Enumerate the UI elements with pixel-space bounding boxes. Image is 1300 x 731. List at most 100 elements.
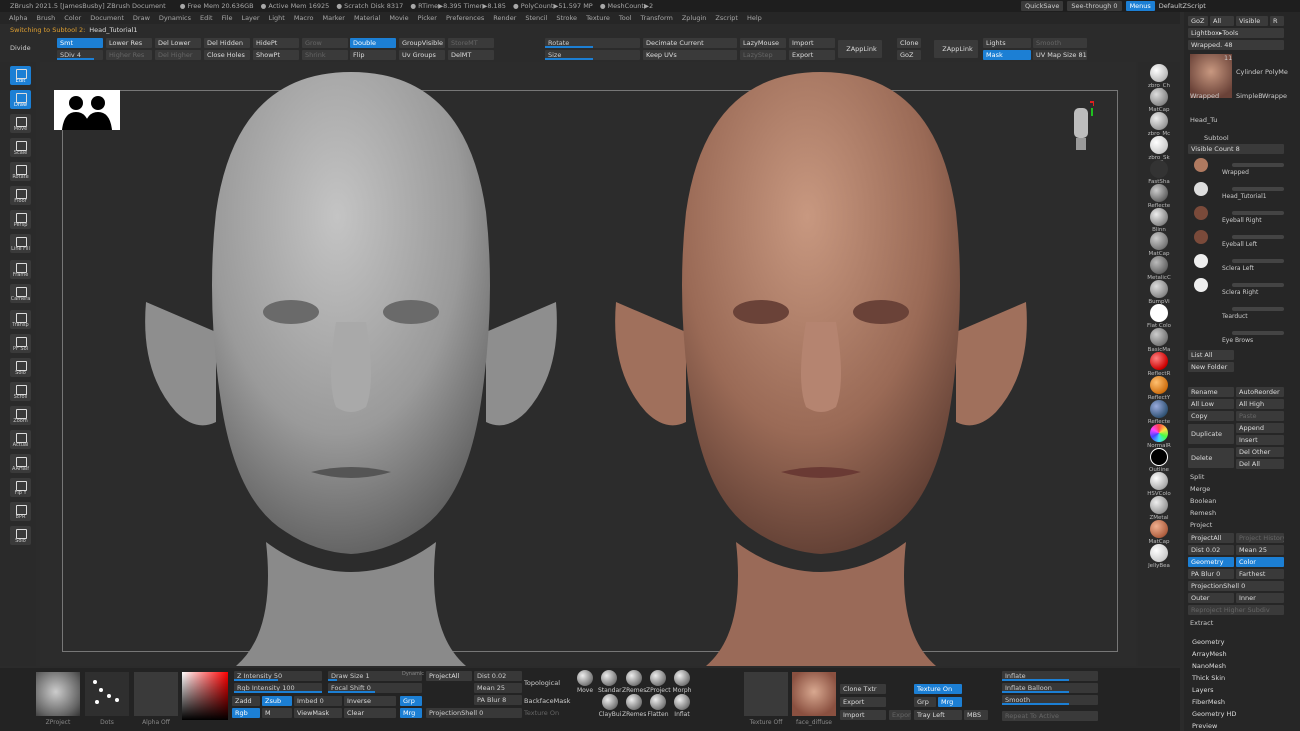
imbed-slider[interactable]: Imbed 0 — [294, 696, 342, 706]
goz-all-button[interactable]: All — [1210, 16, 1234, 26]
auto-reorder-button[interactable]: AutoReorder — [1236, 387, 1284, 397]
material-item[interactable]: zbro_Ch — [1143, 64, 1175, 89]
projectall-button[interactable]: ProjectAll — [426, 671, 472, 681]
copy-button[interactable]: Copy — [1188, 411, 1234, 421]
draw-tool-button[interactable]: Draw — [10, 90, 31, 109]
boolean-section[interactable]: Boolean — [1190, 497, 1216, 505]
goz-button[interactable]: GoZ — [1188, 16, 1208, 26]
menu-color[interactable]: Color — [64, 14, 81, 22]
menus-button[interactable]: Menus — [1125, 1, 1155, 11]
texture-import-button[interactable]: Import — [840, 710, 886, 720]
menu-material[interactable]: Material — [354, 14, 380, 22]
menu-draw[interactable]: Draw — [133, 14, 150, 22]
menu-light[interactable]: Light — [269, 14, 285, 22]
zproject-brush[interactable]: ZProject — [646, 670, 671, 694]
inflate-brush[interactable]: Inflat — [670, 694, 694, 718]
import-button[interactable]: Import — [789, 38, 835, 48]
clone-txtr-button[interactable]: Clone Txtr — [840, 684, 886, 694]
move-tool-button[interactable]: Move — [10, 114, 31, 133]
dynamic-toggle[interactable]: Dynamic — [402, 671, 424, 677]
dist-slider-bottom[interactable]: Dist 0.02 — [474, 671, 522, 681]
close-holes-button[interactable]: Close Holes — [204, 50, 250, 60]
material-item[interactable]: zbro_Mc — [1143, 112, 1175, 137]
bpr-button[interactable]: BPR — [10, 502, 31, 521]
subtool-header[interactable]: Subtool — [1204, 134, 1229, 142]
floor-button[interactable]: Floor — [10, 186, 31, 205]
zoom-button[interactable]: Zoom — [10, 406, 31, 425]
project-section[interactable]: Project — [1190, 521, 1212, 529]
subtool-item[interactable]: Eyeball Right — [1190, 202, 1290, 224]
material-item[interactable]: Flat Colo — [1143, 304, 1175, 329]
aahalf-button[interactable]: AAHalf — [10, 454, 31, 473]
outer-toggle[interactable]: Outer — [1188, 593, 1234, 603]
project-all-button[interactable]: ProjectAll — [1188, 533, 1234, 543]
subtool-item[interactable]: Eye Brows — [1190, 322, 1290, 344]
scale-tool-button[interactable]: Scale — [10, 138, 31, 157]
smt-toggle[interactable]: Smt — [57, 38, 103, 48]
lower-res-button[interactable]: Lower Res — [106, 38, 152, 48]
z-intensity-slider[interactable]: Z Intensity 50 — [234, 671, 322, 681]
camera-button[interactable]: Camera — [10, 284, 31, 303]
thick-skin-menu[interactable]: Thick Skin — [1184, 672, 1284, 684]
zadd-toggle[interactable]: Zadd — [232, 696, 260, 706]
uv-map-size-slider[interactable]: UV Map Size 8192 — [1033, 50, 1087, 60]
menu-brush[interactable]: Brush — [36, 14, 55, 22]
frame-button[interactable]: Frame — [10, 260, 31, 279]
projection-shell-slider[interactable]: ProjectionShell 0 — [1188, 581, 1284, 591]
geometry-menu[interactable]: Geometry — [1184, 636, 1284, 648]
transp-button[interactable]: Transp — [10, 310, 31, 329]
flip-y-button[interactable]: Flp Y — [10, 478, 31, 497]
paste-button[interactable]: Paste — [1236, 411, 1284, 421]
actual-button[interactable]: Actual — [10, 430, 31, 449]
delete-button[interactable]: Delete — [1188, 448, 1234, 468]
project-history-button[interactable]: Project History — [1236, 533, 1284, 543]
claybuildup-brush[interactable]: ClayBui — [598, 694, 622, 718]
solo-button-2[interactable]: Solo — [10, 526, 31, 545]
lazystep-slider[interactable]: LazyStep — [740, 50, 786, 60]
uv-groups-button[interactable]: Uv Groups — [399, 50, 445, 60]
menu-picker[interactable]: Picker — [418, 14, 437, 22]
mean-slider[interactable]: Mean 25 — [1236, 545, 1284, 555]
goz-r-button[interactable]: R — [1270, 16, 1284, 26]
split-section[interactable]: Split — [1190, 473, 1204, 481]
m-toggle[interactable]: M — [262, 708, 292, 718]
del-all-button[interactable]: Del All — [1236, 459, 1284, 469]
fibermesh-menu[interactable]: FiberMesh — [1184, 696, 1284, 708]
canvas-viewport[interactable] — [40, 62, 1136, 666]
pa-blur-slider[interactable]: PA Blur 0 — [1188, 569, 1234, 579]
menu-tool[interactable]: Tool — [619, 14, 632, 22]
material-item[interactable]: ReflectY — [1143, 376, 1175, 401]
move-brush[interactable]: Move — [574, 670, 596, 694]
nanomesh-menu[interactable]: NanoMesh — [1184, 660, 1284, 672]
menu-zscript[interactable]: Zscript — [715, 14, 738, 22]
visible-count-slider[interactable]: Visible Count 8 — [1188, 144, 1284, 154]
storemt-button[interactable]: StoreMT — [448, 38, 494, 48]
color-picker[interactable] — [182, 672, 228, 720]
decimate-current-button[interactable]: Decimate Current — [643, 38, 737, 48]
lightbox-tools-button[interactable]: Lightbox▸Tools — [1188, 28, 1284, 38]
zremesher-brush[interactable]: ZRemes — [622, 670, 646, 694]
menu-stroke[interactable]: Stroke — [556, 14, 577, 22]
material-item[interactable]: MetalicC — [1143, 256, 1175, 281]
material-item[interactable]: BasicMa — [1143, 328, 1175, 353]
clone-button[interactable]: Clone — [897, 38, 921, 48]
keep-uvs-toggle[interactable]: Keep UVs — [643, 50, 737, 60]
menu-transform[interactable]: Transform — [641, 14, 673, 22]
edit-tool-button[interactable]: Edit — [10, 66, 31, 85]
stroke-tile[interactable] — [85, 672, 129, 716]
material-item[interactable]: BumpVi — [1143, 280, 1175, 305]
face-diffuse-tile[interactable] — [792, 672, 836, 716]
inverse-button[interactable]: Inverse — [344, 696, 396, 706]
lights-toggle[interactable]: Lights — [983, 38, 1031, 48]
tray-left-button[interactable]: Tray Left — [914, 710, 962, 720]
texture-off-tile[interactable] — [744, 672, 788, 716]
current-tool-slider[interactable]: Wrapped. 48 — [1188, 40, 1284, 50]
smooth-toggle[interactable]: Smooth — [1033, 38, 1087, 48]
subtool-item[interactable]: Eyeball Left — [1190, 226, 1290, 248]
backfacemask-toggle[interactable]: BackfaceMask — [524, 697, 570, 705]
material-item[interactable]: NormalR — [1143, 424, 1175, 449]
dist-slider[interactable]: Dist 0.02 — [1188, 545, 1234, 555]
menu-file[interactable]: File — [222, 14, 233, 22]
mbs-button[interactable]: MBS — [964, 710, 988, 720]
hidept-button[interactable]: HidePt — [253, 38, 299, 48]
